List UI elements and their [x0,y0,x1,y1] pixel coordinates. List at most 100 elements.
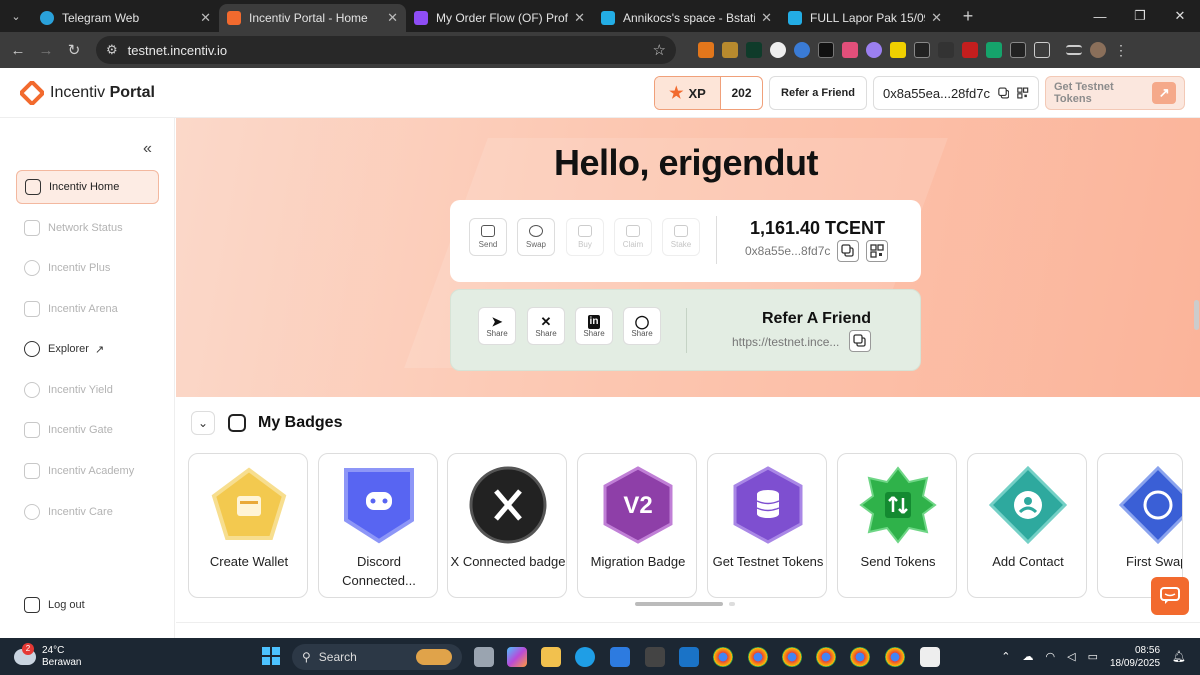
bookmark-star-icon[interactable]: ☆ [653,41,666,59]
clock[interactable]: 08:56 18/09/2025 [1110,644,1160,670]
buy-button[interactable]: Buy [566,218,604,256]
share-whatsapp-button[interactable]: ◯ Share [623,307,661,345]
qr-code-button[interactable] [866,240,888,262]
taskbar-search[interactable]: ⚲ Search [292,644,462,670]
tab-orderflow[interactable]: My Order Flow (OF) Profile ✕ [406,4,593,32]
site-info-icon[interactable]: ⚙ [106,42,118,58]
weather-widget[interactable]: 2 24°C Berawan [14,642,81,669]
badge-card-migration[interactable]: V2 Migration Badge [577,453,697,598]
chrome-icon[interactable] [748,647,768,667]
collapse-badges-button[interactable]: ⌄ [191,411,215,435]
claim-button[interactable]: Claim [614,218,652,256]
badge-card-testnet-tokens[interactable]: Get Testnet Tokens [707,453,827,598]
sidebar-item-plus[interactable]: Incentiv Plus [16,251,159,285]
close-icon[interactable]: ✕ [574,10,585,26]
sidebar-item-care[interactable]: Incentiv Care [16,495,159,529]
badge-card-create-wallet[interactable]: Create Wallet [188,453,308,598]
tab-telegram[interactable]: Telegram Web ✕ [32,4,219,32]
sidebar-item-academy[interactable]: Incentiv Academy [16,454,159,488]
extension-icon[interactable] [890,42,906,58]
chevron-up-icon[interactable]: ⌃ [1001,650,1010,663]
windows-start-icon[interactable] [262,647,280,665]
app-icon[interactable] [645,647,665,667]
metamask-icon[interactable] [698,42,714,58]
page-scrollbar[interactable] [1194,120,1199,640]
badges-scrollbar[interactable] [635,602,735,606]
sidebar-item-arena[interactable]: Incentiv Arena [16,292,159,326]
restore-icon[interactable]: ❐ [1120,8,1160,24]
close-icon[interactable]: ✕ [761,10,772,26]
window-close-icon[interactable]: ✕ [1160,8,1200,24]
support-chat-button[interactable] [1151,577,1189,615]
qr-code-icon[interactable] [1017,86,1029,100]
send-button[interactable]: Send [469,218,507,256]
app-icon[interactable] [920,647,940,667]
close-icon[interactable]: ✕ [387,10,398,26]
share-linkedin-button[interactable]: in Share [575,307,613,345]
incentiv-logo[interactable]: Incentiv Portal [20,80,155,105]
swap-button[interactable]: Swap [517,218,555,256]
badge-card-x-connected[interactable]: X Connected badge [447,453,567,598]
share-telegram-button[interactable]: ➤ Share [478,307,516,345]
chrome-icon[interactable] [782,647,802,667]
sidebar-item-gate[interactable]: Incentiv Gate [16,413,159,447]
extension-icon[interactable] [794,42,810,58]
collapse-sidebar-icon[interactable]: « [143,140,152,158]
stake-button[interactable]: Stake [662,218,700,256]
extension-icon[interactable] [746,42,762,58]
logout-button[interactable]: Log out [16,588,159,622]
volume-icon[interactable]: ◁ [1067,650,1075,663]
menu-kebab-icon[interactable]: ⋮ [1114,42,1128,59]
minimize-icon[interactable]: — [1080,9,1120,24]
outlook-icon[interactable] [679,647,699,667]
back-icon[interactable]: ← [4,42,32,59]
extension-icon[interactable] [986,42,1002,58]
new-tab-icon[interactable]: + [958,6,978,27]
sidebar-item-yield[interactable]: Incentiv Yield [16,373,159,407]
sidebar-item-network-status[interactable]: Network Status [16,211,159,245]
onedrive-cloud-icon[interactable]: ☁ [1022,650,1033,663]
profile-avatar-icon[interactable] [1090,42,1106,58]
extension-icon[interactable] [818,42,834,58]
reading-list-icon[interactable] [1066,45,1082,55]
task-view-icon[interactable] [474,647,494,667]
extension-icon[interactable] [962,42,978,58]
refer-friend-button[interactable]: Refer a Friend [769,76,867,110]
badge-card-add-contact[interactable]: Add Contact [967,453,1087,598]
chrome-icon[interactable] [816,647,836,667]
reload-icon[interactable]: ↻ [60,41,88,59]
badge-card-discord[interactable]: Discord Connected... [318,453,438,598]
chrome-icon[interactable] [850,647,870,667]
tab-bstation[interactable]: Annikocs's space - Bstation ✕ [593,4,780,32]
share-x-button[interactable]: ✕ Share [527,307,565,345]
copy-icon[interactable] [998,86,1010,100]
get-testnet-tokens-button[interactable]: Get Testnet Tokens ↗ [1045,76,1185,110]
store-icon[interactable] [610,647,630,667]
scrollbar-thumb[interactable] [635,602,723,606]
sidebar-item-explorer[interactable]: Explorer ↗ [16,332,159,366]
extensions-puzzle-icon[interactable] [1034,42,1050,58]
extension-icon[interactable] [1010,42,1026,58]
chrome-icon[interactable] [885,647,905,667]
copy-address-button[interactable] [837,240,859,262]
battery-icon[interactable]: ▭ [1088,650,1098,663]
xp-counter[interactable]: ★ XP 202 [654,76,763,110]
extension-icon[interactable] [722,42,738,58]
extension-icon[interactable] [914,42,930,58]
badge-card-send-tokens[interactable]: Send Tokens [837,453,957,598]
close-icon[interactable]: ✕ [200,10,211,26]
chrome-icon[interactable] [713,647,733,667]
close-icon[interactable]: ✕ [931,10,942,26]
wifi-icon[interactable]: ◠ [1045,650,1055,663]
extension-icon[interactable] [770,42,786,58]
address-bar[interactable]: ⚙ testnet.incentiv.io ☆ [96,36,676,64]
extension-icon[interactable] [842,42,858,58]
notifications-icon[interactable]: 🔔︎ [1172,650,1186,663]
tab-bstation-2[interactable]: FULL Lapor Pak 15/09/25 Kiky D ✕ [780,4,950,32]
edge-icon[interactable] [575,647,595,667]
file-explorer-icon[interactable] [541,647,561,667]
copilot-icon[interactable] [507,647,527,667]
sidebar-item-home[interactable]: Incentiv Home [16,170,159,204]
extension-icon[interactable] [938,42,954,58]
page-scrollbar-thumb[interactable] [1194,300,1199,330]
